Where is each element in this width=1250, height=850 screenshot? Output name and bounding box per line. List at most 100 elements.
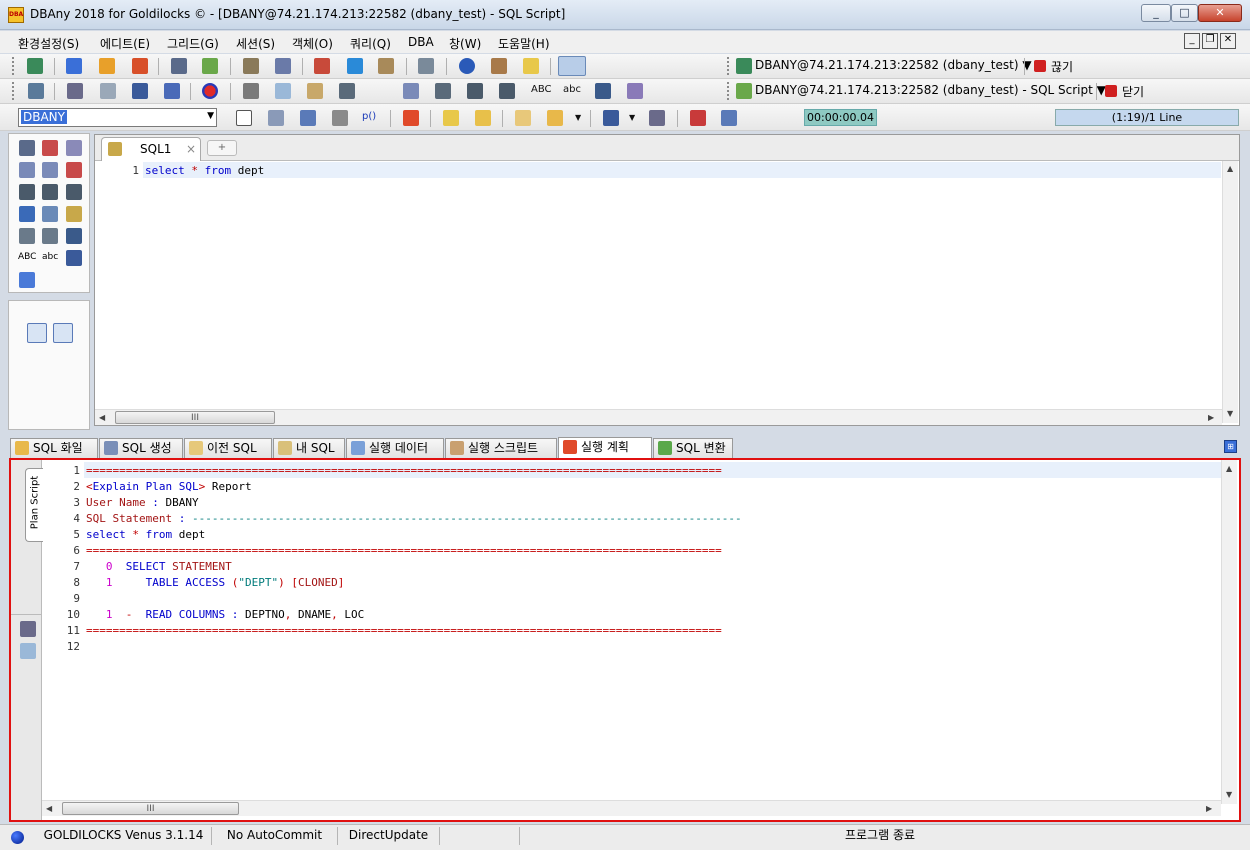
tab-result-6[interactable]: 실행 계획 [558,437,652,458]
disconnect-button[interactable]: 끊기 [1051,58,1073,75]
menu-grid[interactable]: 그리드(G) [167,35,219,52]
save-icon[interactable] [603,110,619,126]
parameter-button[interactable]: p() [362,111,376,122]
menu-session[interactable]: 세션(S) [236,35,275,52]
paste-icon[interactable] [307,83,323,99]
scroll-left-icon[interactable]: ◀ [99,413,105,422]
bookmark-icon[interactable] [19,228,35,244]
tab-plan-script[interactable]: Plan Script [25,468,43,542]
tab-sql1[interactable]: SQL1 × [101,137,201,161]
tab-result-4[interactable]: 실행 데이터 [346,438,444,458]
mdi-close-button[interactable]: ✕ [1220,33,1236,49]
scroll-left-icon[interactable]: ◀ [46,804,52,813]
minimize-button[interactable]: _ [1141,4,1171,22]
database-select[interactable]: DBANY ▼ [18,108,217,127]
download-icon[interactable] [132,58,148,74]
scroll-up-icon[interactable]: ▲ [1227,164,1233,173]
menu-query[interactable]: 쿼리(Q) [350,35,391,52]
tools-icon[interactable] [28,83,44,99]
mdi-restore-button[interactable]: ❐ [1202,33,1218,49]
pin-icon[interactable]: ⊞ [1224,440,1237,453]
plan-horizontal-scrollbar[interactable]: ◀ III ▶ [42,800,1221,816]
format-icon[interactable] [66,228,82,244]
outdent-icon[interactable] [499,83,515,99]
bar-chart-icon[interactable] [314,58,330,74]
bookmark-next-icon[interactable] [42,228,58,244]
arrow-right-icon[interactable] [66,58,82,74]
disconnect-icon[interactable] [1034,60,1046,72]
monitor-icon[interactable] [347,58,363,74]
scroll-down-icon[interactable]: ▼ [1226,790,1232,799]
export-icon[interactable] [690,110,706,126]
script-window-selector[interactable]: DBANY@74.21.174.213:22582 (dbany_test) -… [755,83,1106,97]
lowercase-button[interactable]: abc [563,84,581,95]
new-tab-button[interactable]: + [207,140,237,156]
copy-icon[interactable] [20,643,36,659]
uppercase-button[interactable]: ABC [531,84,552,95]
scroll-down-icon[interactable]: ▼ [1227,409,1233,418]
cut-icon[interactable] [243,83,259,99]
tab-close-icon[interactable]: × [186,142,196,156]
new-folder-icon[interactable] [443,110,459,126]
copy-icon[interactable] [275,83,291,99]
find-icon[interactable] [418,58,434,74]
new-document-icon[interactable] [236,110,252,126]
notes-icon[interactable] [515,110,531,126]
page-setup-icon[interactable] [332,110,348,126]
folder-icon[interactable] [475,110,491,126]
open-file-icon[interactable] [268,110,284,126]
comment-icon[interactable] [19,184,35,200]
color-icon[interactable] [202,83,218,99]
plan-vertical-scrollbar[interactable]: ▲ ▼ [1221,460,1237,804]
tab-result-5[interactable]: 실행 스크립트 [445,438,557,458]
print-preview-icon[interactable] [649,110,665,126]
menu-window[interactable]: 창(W) [449,35,481,52]
close-window-button[interactable]: ✕ [1198,4,1242,22]
tab-result-7[interactable]: SQL 변환 [653,438,733,458]
help-icon[interactable] [459,58,475,74]
save-file-icon[interactable] [300,110,316,126]
find-next-icon[interactable] [42,162,58,178]
text-format-icon[interactable] [66,250,82,266]
connect-icon[interactable] [27,58,43,74]
clear-icon[interactable] [42,140,58,156]
undo-icon[interactable] [27,323,47,343]
comment-icon[interactable] [435,83,451,99]
find-prev-icon[interactable] [66,162,82,178]
menu-dba[interactable]: DBA [408,35,434,49]
indent-icon[interactable] [42,184,58,200]
print-icon[interactable] [67,83,83,99]
close-script-icon[interactable] [1105,85,1117,97]
lowercase-button[interactable]: abc [42,252,58,262]
find-icon[interactable] [19,162,35,178]
menu-edit[interactable]: 에디트(E) [100,35,150,52]
edit-icon[interactable] [66,206,82,222]
schema-icon[interactable] [243,58,259,74]
window-list-icon[interactable] [627,83,643,99]
sql-script-icon[interactable] [202,58,218,74]
execute-plan-icon[interactable] [558,56,586,76]
editor-vertical-scrollbar[interactable]: ▲ ▼ [1222,161,1238,423]
outdent-icon[interactable] [66,184,82,200]
move-icon[interactable] [19,206,35,222]
font-icon[interactable] [164,83,180,99]
menu-object[interactable]: 객체(O) [292,35,333,52]
select-all-icon[interactable] [339,83,355,99]
menu-help[interactable]: 도움말(H) [498,35,550,52]
scroll-right-icon[interactable]: ▶ [1206,804,1212,813]
tab-result-3[interactable]: 내 SQL [273,438,345,458]
redo-icon[interactable] [53,323,73,343]
scroll-right-icon[interactable]: ▶ [1208,413,1214,422]
list-icon[interactable] [171,58,187,74]
object-browser-icon[interactable] [275,58,291,74]
new-query-icon[interactable] [19,140,35,156]
page-icon[interactable] [100,83,116,99]
maximize-button[interactable]: □ [1171,4,1198,22]
list-view-icon[interactable] [19,272,35,288]
tab-result-1[interactable]: SQL 생성 [99,438,183,458]
add-icon[interactable] [403,110,419,126]
text-format-icon[interactable] [132,83,148,99]
scroll-thumb[interactable]: III [62,802,239,815]
upload-icon[interactable] [99,58,115,74]
dba-icon[interactable] [523,58,539,74]
